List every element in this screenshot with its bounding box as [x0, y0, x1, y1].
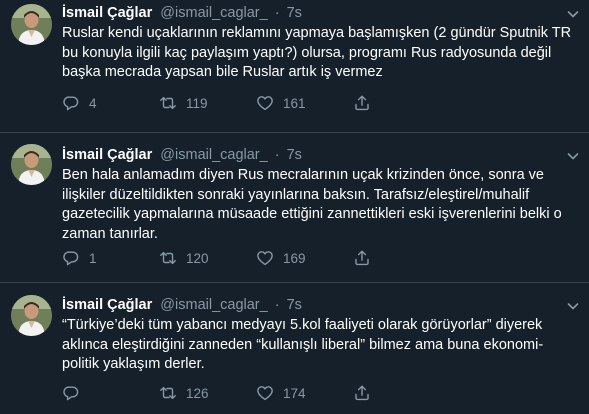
- retweet-icon: [159, 384, 177, 402]
- tweet-header: İsmail Çağlar @ismail_caglar_ · 7s: [62, 296, 302, 314]
- like-count: 169: [283, 250, 306, 266]
- tweet-text-line: aklınca eleştirdiğini zanneden “kullanış…: [62, 336, 544, 353]
- tweet-text-line: politik yaklaşım derler.: [62, 356, 205, 372]
- tweet-header: İsmail Çağlar @ismail_caglar_ · 7s: [62, 4, 302, 22]
- share-icon: [353, 249, 371, 267]
- avatar[interactable]: [11, 4, 52, 45]
- reply-icon: [62, 384, 80, 402]
- tweet-text-line: Ben hala anlamadım diyen Rus mecralarını…: [62, 167, 544, 183]
- share-icon: [353, 94, 371, 112]
- like-count: 161: [283, 95, 306, 111]
- reply-button[interactable]: 4: [62, 94, 97, 112]
- separator-dot: ·: [274, 297, 280, 313]
- avatar[interactable]: [11, 295, 52, 336]
- reply-icon: [62, 249, 80, 267]
- chevron-down-icon[interactable]: [565, 298, 581, 314]
- tweet-text-line: gazetecilik yapmalarına müsaade ettiğini…: [62, 206, 562, 222]
- tweet[interactable]: İsmail Çağlar @ismail_caglar_ · 7s Rusla…: [0, 0, 589, 133]
- like-button[interactable]: 174: [256, 384, 306, 402]
- tweet-text-line: Ruslar kendi uçaklarının reklamını yapma…: [62, 25, 572, 41]
- tweet-text: Ben hala anlamadım diyen Rus mecralarını…: [62, 166, 576, 244]
- like-button[interactable]: 161: [256, 94, 306, 112]
- retweet-icon: [159, 249, 177, 267]
- retweet-count: 126: [186, 385, 209, 401]
- share-button[interactable]: [353, 384, 371, 402]
- reply-button[interactable]: [62, 384, 89, 402]
- author-name[interactable]: İsmail Çağlar: [62, 5, 152, 21]
- heart-icon: [256, 249, 274, 267]
- author-handle[interactable]: @ismail_caglar_: [160, 297, 267, 313]
- author-handle[interactable]: @ismail_caglar_: [160, 5, 267, 21]
- heart-icon: [256, 384, 274, 402]
- tweet-time[interactable]: 7s: [287, 297, 302, 313]
- chevron-down-icon[interactable]: [565, 6, 581, 22]
- reply-icon: [62, 94, 80, 112]
- separator-dot: ·: [274, 147, 280, 163]
- tweet-text-line: ilişkiler düzeltildikten sonraki yayınla…: [62, 186, 530, 203]
- retweet-icon: [159, 94, 177, 112]
- tweet-time[interactable]: 7s: [287, 147, 302, 163]
- retweet-count: 120: [186, 250, 209, 266]
- reply-count: 4: [89, 95, 97, 111]
- chevron-down-icon[interactable]: [565, 148, 581, 164]
- author-handle[interactable]: @ismail_caglar_: [160, 147, 267, 163]
- reply-count: 1: [89, 250, 97, 266]
- retweet-button[interactable]: 119: [159, 94, 208, 112]
- share-button[interactable]: [353, 94, 371, 112]
- like-button[interactable]: 169: [256, 249, 306, 267]
- tweet-text-line: zaman tanırlar.: [62, 225, 158, 242]
- avatar[interactable]: [11, 144, 52, 185]
- share-button[interactable]: [353, 249, 371, 267]
- heart-icon: [256, 94, 274, 112]
- author-name[interactable]: İsmail Çağlar: [62, 297, 152, 313]
- retweet-button[interactable]: 126: [159, 384, 209, 402]
- tweet-text: Ruslar kendi uçaklarının reklamını yapma…: [62, 24, 576, 83]
- tweet-time[interactable]: 7s: [287, 5, 302, 21]
- author-name[interactable]: İsmail Çağlar: [62, 147, 152, 163]
- retweet-count: 119: [186, 95, 208, 111]
- tweet-timeline: İsmail Çağlar @ismail_caglar_ · 7s Rusla…: [0, 0, 589, 414]
- tweet-text-line: bu konuyla ilgili kaç paylaşım yaptı?) o…: [62, 44, 552, 61]
- separator-dot: ·: [274, 5, 280, 21]
- tweet-header: İsmail Çağlar @ismail_caglar_ · 7s: [62, 146, 302, 164]
- like-count: 174: [283, 385, 306, 401]
- share-icon: [353, 384, 371, 402]
- tweet-text-line: başka mecrada yapsan bile Ruslar artık i…: [62, 64, 383, 80]
- retweet-button[interactable]: 120: [159, 249, 209, 267]
- tweet-text-line: “Türkiye’deki tüm yabancı medyayı 5.kol …: [62, 317, 543, 333]
- tweet-text: “Türkiye’deki tüm yabancı medyayı 5.kol …: [62, 316, 576, 375]
- tweet[interactable]: İsmail Çağlar @ismail_caglar_ · 7s “Türk…: [0, 283, 589, 414]
- reply-button[interactable]: 1: [62, 249, 97, 267]
- tweet[interactable]: İsmail Çağlar @ismail_caglar_ · 7s Ben h…: [0, 133, 589, 283]
